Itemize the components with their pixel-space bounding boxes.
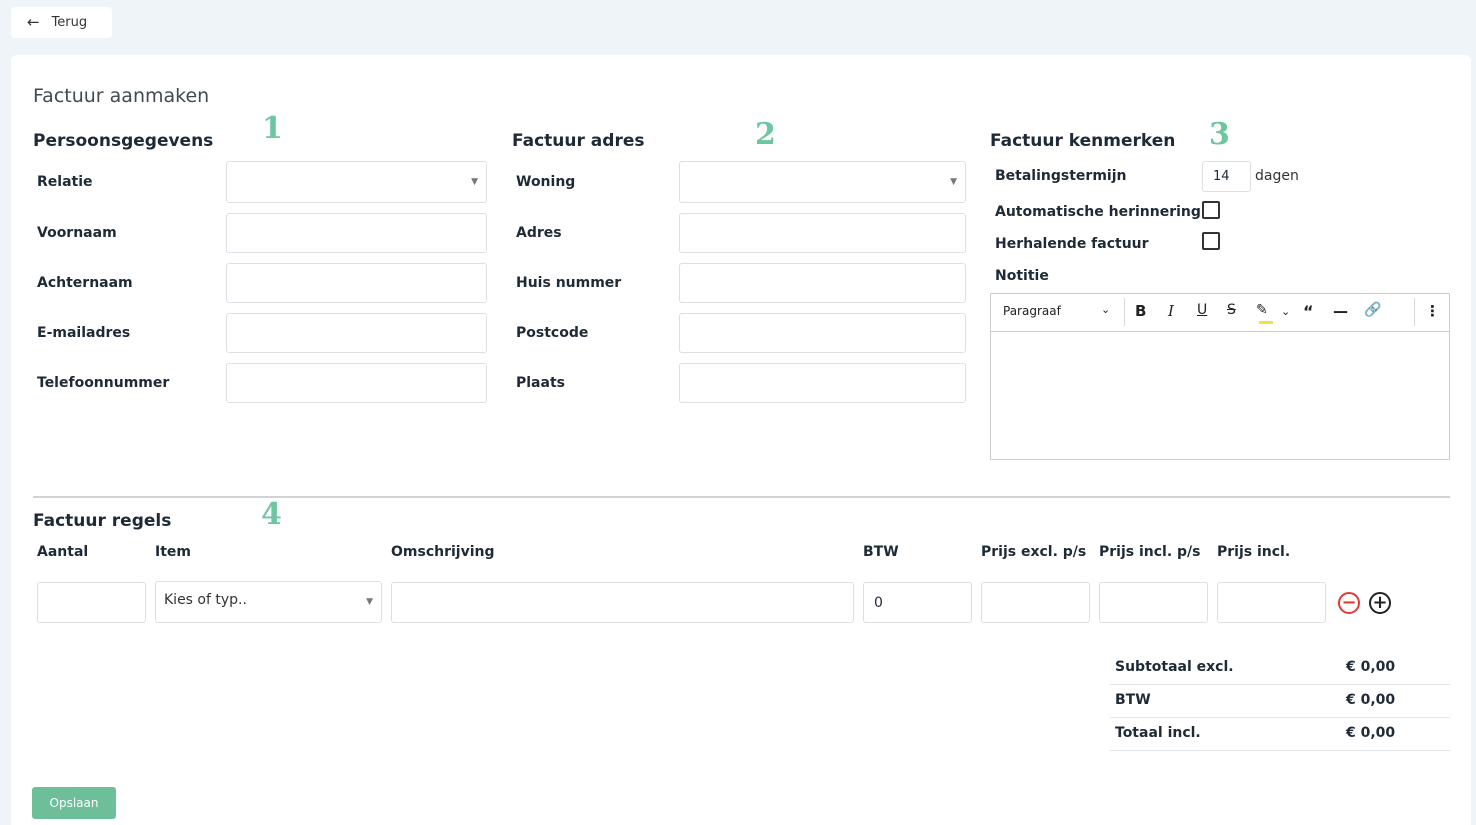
payment-term-label: Betalingstermijn xyxy=(995,168,1127,184)
col-aantal: Aantal xyxy=(37,544,89,560)
prijs-excl-ps-input[interactable] xyxy=(981,582,1090,623)
voornaam-label: Voornaam xyxy=(37,225,117,241)
postcode-label: Postcode xyxy=(516,325,589,341)
huisnummer-label: Huis nummer xyxy=(516,275,622,291)
payment-term-unit: dagen xyxy=(1255,168,1299,184)
relatie-select[interactable]: ▼ xyxy=(226,161,487,203)
summary-total-row: Totaal incl. € 0,00 xyxy=(1110,718,1450,751)
achternaam-label: Achternaam xyxy=(37,275,133,291)
step-3-marker: 3 xyxy=(1209,117,1230,152)
props-section-title: Factuur kenmerken xyxy=(990,131,1176,151)
caret-down-icon: ▼ xyxy=(366,597,373,607)
summary-subtotal-row: Subtotaal excl. € 0,00 xyxy=(1110,652,1450,685)
huisnummer-input[interactable] xyxy=(679,263,966,303)
note-editor: Paragraaf ⌄ B I U S ✎ ⌄ “ — 🔗 ⋮ xyxy=(990,293,1450,460)
bold-icon[interactable]: B xyxy=(1135,302,1146,320)
email-label: E-mailadres xyxy=(37,325,131,341)
remove-line-icon[interactable]: − xyxy=(1338,592,1360,614)
col-prijs-incl: Prijs incl. xyxy=(1217,544,1291,560)
summary-label: Subtotaal excl. xyxy=(1115,659,1234,675)
summary-label: Totaal incl. xyxy=(1115,725,1201,741)
summary-value: € 0,00 xyxy=(1346,692,1396,708)
caret-down-icon: ▼ xyxy=(471,177,478,187)
arrow-left-icon: ← xyxy=(27,13,40,31)
back-label: Terug xyxy=(51,15,88,30)
section-divider xyxy=(33,496,1450,498)
achternaam-input[interactable] xyxy=(226,263,487,303)
postcode-input[interactable] xyxy=(679,313,966,353)
col-btw: BTW xyxy=(863,544,899,560)
adres-label: Adres xyxy=(516,225,562,241)
summary-label: BTW xyxy=(1115,692,1151,708)
chevron-down-icon[interactable]: ⌄ xyxy=(1101,303,1110,316)
summary-value: € 0,00 xyxy=(1346,659,1396,675)
email-input[interactable] xyxy=(226,313,487,353)
italic-icon[interactable]: I xyxy=(1168,302,1174,320)
voornaam-input[interactable] xyxy=(226,213,487,253)
woning-select[interactable]: ▼ xyxy=(679,161,966,203)
invoice-card: Factuur aanmaken Persoonsgegevens 1 Rela… xyxy=(11,55,1471,825)
item-placeholder: Kies of typ.. xyxy=(164,592,247,608)
persons-section-title: Persoonsgegevens xyxy=(33,131,214,151)
col-item: Item xyxy=(155,544,191,560)
recurring-label: Herhalende factuur xyxy=(995,236,1149,252)
highlight-color-bar xyxy=(1259,321,1273,324)
underline-icon[interactable]: U xyxy=(1197,302,1207,318)
payment-term-input[interactable]: 14 xyxy=(1202,161,1251,192)
prijs-incl-input[interactable] xyxy=(1217,582,1326,623)
caret-down-icon: ▼ xyxy=(950,177,957,187)
toolbar-separator xyxy=(1124,298,1125,326)
summary-btw-row: BTW € 0,00 xyxy=(1110,685,1450,718)
add-line-icon[interactable]: + xyxy=(1369,592,1391,614)
highlight-dropdown-icon[interactable]: ⌄ xyxy=(1281,305,1290,318)
reminder-label: Automatische herinnering xyxy=(995,204,1201,220)
col-prijs-incl-ps: Prijs incl. p/s xyxy=(1099,544,1201,560)
summary-value: € 0,00 xyxy=(1346,725,1396,741)
col-omschrijving: Omschrijving xyxy=(391,544,495,560)
adres-input[interactable] xyxy=(679,213,966,253)
telefoon-input[interactable] xyxy=(226,363,487,403)
save-button[interactable]: Opslaan xyxy=(32,787,116,819)
aantal-input[interactable] xyxy=(37,582,146,623)
page-title: Factuur aanmaken xyxy=(33,85,210,107)
toolbar-separator xyxy=(1414,298,1415,326)
omschrijving-input[interactable] xyxy=(391,582,854,623)
woning-label: Woning xyxy=(516,174,576,190)
plaats-label: Plaats xyxy=(516,375,565,391)
blockquote-icon[interactable]: “ xyxy=(1303,302,1314,321)
item-select[interactable]: Kies of typ.. ▼ xyxy=(155,581,382,623)
step-2-marker: 2 xyxy=(755,117,776,152)
strikethrough-icon[interactable]: S xyxy=(1227,302,1236,318)
lines-section-title: Factuur regels xyxy=(33,511,172,531)
prijs-incl-ps-input[interactable] xyxy=(1099,582,1208,623)
more-options-icon[interactable]: ⋮ xyxy=(1425,302,1440,320)
back-button[interactable]: ← Terug xyxy=(11,7,112,38)
step-4-marker: 4 xyxy=(261,497,282,532)
reminder-checkbox[interactable] xyxy=(1202,201,1220,219)
link-icon[interactable]: 🔗 xyxy=(1364,302,1381,318)
plaats-input[interactable] xyxy=(679,363,966,403)
relatie-label: Relatie xyxy=(37,174,93,190)
paragraph-select[interactable]: Paragraaf xyxy=(1003,304,1061,318)
highlight-icon[interactable]: ✎ xyxy=(1256,302,1268,318)
recurring-checkbox[interactable] xyxy=(1202,232,1220,250)
col-prijs-excl-ps: Prijs excl. p/s xyxy=(981,544,1087,560)
step-1-marker: 1 xyxy=(262,111,283,146)
address-section-title: Factuur adres xyxy=(512,131,645,151)
horizontal-line-icon[interactable]: — xyxy=(1333,302,1348,320)
btw-input[interactable]: 0 xyxy=(863,582,972,623)
note-label: Notitie xyxy=(995,268,1049,284)
editor-toolbar: Paragraaf ⌄ B I U S ✎ ⌄ “ — 🔗 ⋮ xyxy=(991,294,1449,332)
telefoon-label: Telefoonnummer xyxy=(37,375,170,391)
